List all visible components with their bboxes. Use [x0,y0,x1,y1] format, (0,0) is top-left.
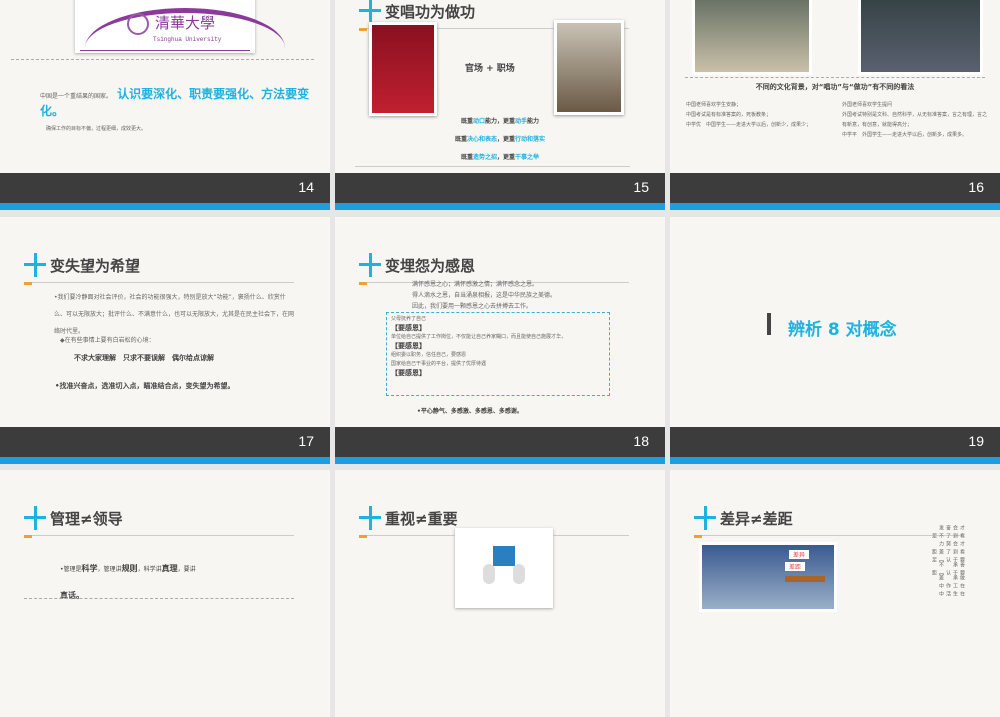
plus-icon [694,506,716,530]
slide-22[interactable]: 差异≠差距 差异 差距 在生活中在工作中要敢于承认【差距要善于承认【不足看到了差… [670,470,1000,717]
slide-number: 15 [633,179,649,195]
vertical-text: 在生活中在工作中要敢于承认【差距要善于承认【不足看到了差距才会努力看到了不足才会… [846,536,966,596]
slide-18[interactable]: 变埋怨为感恩 满怀感恩之心；满怀感激之情；满怀感念之恩。得人滴水之恩，自当涌泉相… [335,217,665,464]
sign-gap: 差距 [785,562,805,571]
teamwork-house-image [455,528,553,608]
left-list: 中国老师喜欢学生安静；中国考试是有标准答案的，死板教条；中学优 中国学生——走进… [686,100,826,130]
slide-title: 管理≠领导 [50,508,123,529]
bullet-1: 中国是一个重结果的国家。 认识要深化、职责要强化、方法要变化。 [40,85,320,119]
plus-icon [24,506,46,530]
slide-title: 变唱功为做功 [385,1,475,22]
classroom-photo-1 [692,0,812,75]
slide-16[interactable]: 不同的文化背景，对“唱功”与“做功”有不同的看法 中国老师喜欢学生安静；中国考试… [670,0,1000,210]
slide-title: 变失望为希望 [50,255,140,276]
lines: 既重动口能力，更重动手能力 既重决心和表态，更重行动和落实 既重造势之招，更重干… [335,113,665,167]
worker-photo [554,20,624,115]
paragraph-1: •我们要冷静面对社会评价，社会的功能很强大，特别是放大“功能”，褒扬什么、欣赏什… [54,289,294,340]
slide-number: 14 [298,179,314,195]
heading: 不同的文化背景，对“唱功”与“做功”有不同的看法 [670,82,1000,92]
paragraph-2: ◆在有些事情上要有白岩松的心境： [60,336,155,346]
right-list: 外国老师喜欢学生提问外国考试特别是文科、自然科学，从无标准答案，言之有理，言之有… [842,100,987,140]
paragraph-3: 不求大家理解 只求不要误解 偶尔给点谅解 [74,353,214,363]
center-text: 官场 + 职场 [465,61,515,74]
slide-number: 17 [298,433,314,449]
plus-icon [359,506,381,530]
intro: 满怀感恩之心；满怀感激之情；满怀感念之恩。得人滴水之恩，自当涌泉相报，这是中华民… [412,279,556,312]
slide-20[interactable]: 管理≠领导 •管理是科学，管理讲规则，科学讲真理，要讲 真话。 [0,470,330,717]
gratitude-box: 父母抚养了自己【要感恩】单位给自己提供了工作岗位，不仅能让自己养家糊口，而且能使… [386,312,610,396]
classroom-photo-2 [858,0,983,75]
closing: •平心静气、多感激、多感恩、多感谢。 [417,406,523,415]
paragraph: •管理是科学，管理讲规则，科学讲真理，要讲 真话。 [60,556,196,609]
slide-title: 重视≠重要 [385,508,458,529]
logo-cn: 清華大學 [155,12,215,33]
tsinghua-logo: 清華大學 Tsinghua University [75,0,255,53]
logo-en: Tsinghua University [153,36,221,43]
plus-icon [24,253,46,277]
slide-19[interactable]: 辨析 8 对概念 19 [670,217,1000,464]
sign-difference: 差异 [789,550,809,559]
slide-21[interactable]: 重视≠重要 [335,470,665,717]
slide-number: 18 [633,433,649,449]
signpost-photo: 差异 差距 [699,542,837,612]
slide-17[interactable]: 变失望为希望 •我们要冷静面对社会评价，社会的功能很强大，特别是放大“功能”，褒… [0,217,330,464]
plus-icon [359,253,381,277]
paragraph-4: •找准兴奋点，选准切入点，瞄准结合点，变失望为希望。 [55,381,234,391]
slide-14[interactable]: 清華大學 Tsinghua University 中国是一个重结果的国家。 认识… [0,0,330,210]
singer-photo [369,22,437,116]
bullet-2: 确保工作的目标不偏，过程更细，成效更大。 [46,124,146,134]
slide-number: 16 [968,179,984,195]
slide-title: 变埋怨为感恩 [385,255,475,276]
slide-title: 差异≠差距 [720,508,793,529]
plus-icon [359,0,381,23]
slide-number: 19 [968,433,984,449]
slide-15[interactable]: 变唱功为做功 官场 + 职场 既重动口能力，更重动手能力 既重决心和表态，更重行… [335,0,665,210]
section-title: 辨析 8 对概念 [788,315,897,340]
